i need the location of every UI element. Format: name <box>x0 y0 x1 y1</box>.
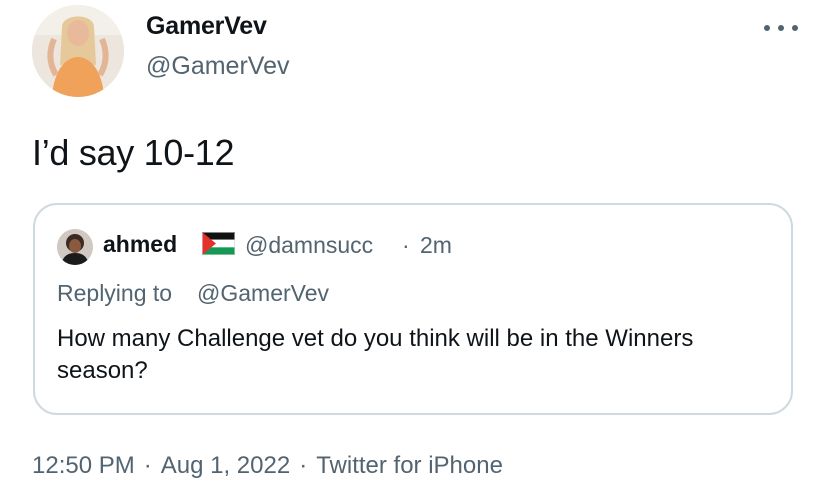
tweet-card: GamerVev @GamerVev I’d say 10-12 ahmed @… <box>0 0 828 485</box>
replying-to-label: Replying to <box>57 280 173 306</box>
author-avatar[interactable] <box>32 5 124 97</box>
tweet-text: I’d say 10-12 <box>32 132 235 173</box>
quoted-separator: · <box>402 232 410 258</box>
replying-to-handle[interactable]: @GamerVev <box>197 280 329 307</box>
quoted-display-name[interactable]: ahmed <box>103 231 177 258</box>
quoted-tweet-text: How many Challenge vet do you think will… <box>57 325 694 384</box>
tweet-source[interactable]: Twitter for iPhone <box>316 452 503 479</box>
author-display-name[interactable]: GamerVev <box>146 12 267 41</box>
author-handle[interactable]: @GamerVev <box>146 52 289 81</box>
quoted-tweet[interactable]: ahmed @damnsucc · 2m Replying to @GamerV… <box>33 203 793 415</box>
palestine-flag-icon <box>202 232 235 255</box>
tweet-metadata: 12:50 PM · Aug 1, 2022 · Twitter for iPhone <box>32 452 503 480</box>
more-dot <box>764 25 770 31</box>
avatar-image <box>32 5 124 97</box>
quoted-timestamp[interactable]: 2m <box>420 232 452 259</box>
more-options-icon[interactable] <box>764 18 798 38</box>
quoted-avatar-image <box>57 229 93 265</box>
more-dot <box>792 25 798 31</box>
quoted-handle[interactable]: @damnsucc <box>245 232 373 259</box>
quoted-author-avatar[interactable] <box>57 229 93 265</box>
meta-separator: · <box>299 452 308 479</box>
tweet-date[interactable]: Aug 1, 2022 <box>161 452 290 479</box>
meta-separator: · <box>143 452 152 479</box>
tweet-time[interactable]: 12:50 PM <box>32 452 135 479</box>
more-dot <box>778 25 784 31</box>
